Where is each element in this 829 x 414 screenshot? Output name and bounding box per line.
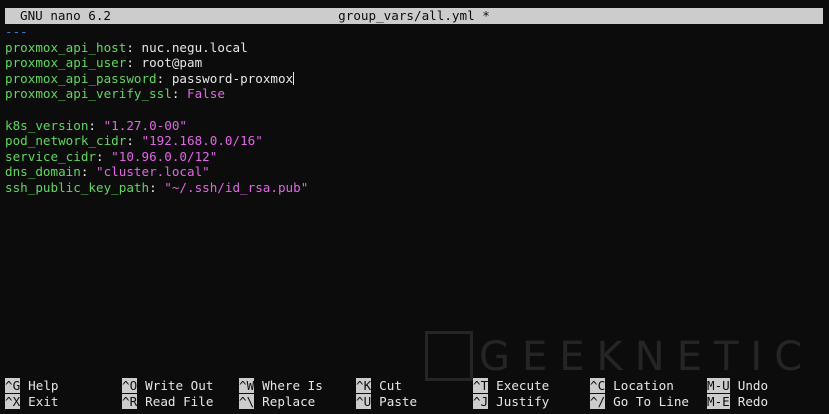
yaml-line[interactable]: proxmox_api_verify_ssl: False xyxy=(5,86,823,102)
yaml-key: proxmox_api_host xyxy=(5,39,127,55)
yaml-key: dns_domain xyxy=(5,164,81,180)
yaml-line[interactable]: proxmox_api_user: root@pam xyxy=(5,55,823,71)
shortcut-label: Replace xyxy=(262,393,316,409)
shortcut-read-file[interactable]: ^R Read File xyxy=(122,393,214,410)
shortcut-key: M-U xyxy=(707,378,730,393)
shortcut-label: Help xyxy=(28,378,59,393)
yaml-line[interactable]: proxmox_api_host: nuc.negu.local xyxy=(5,40,823,56)
document-start-marker: --- xyxy=(5,24,28,39)
yaml-key: pod_network_cidr xyxy=(5,133,127,149)
yaml-value: "cluster.local" xyxy=(96,164,210,180)
shortcut-where-is[interactable]: ^W Where Is xyxy=(239,378,323,394)
shortcut-label: Exit xyxy=(28,393,59,409)
yaml-separator: : xyxy=(156,70,172,86)
yaml-separator: : xyxy=(80,164,96,180)
yaml-value: "~/.ssh/id_rsa.pub" xyxy=(164,179,309,195)
yaml-key: service_cidr xyxy=(5,148,96,164)
yaml-line[interactable]: dns_domain: "cluster.local" xyxy=(5,164,823,180)
shortcut-location[interactable]: ^C Location xyxy=(590,378,674,394)
shortcut-cut[interactable]: ^K Cut xyxy=(356,378,402,394)
yaml-separator: : xyxy=(96,148,112,164)
shortcut-key: ^G xyxy=(5,378,21,393)
shortcut-label: Undo xyxy=(737,378,769,393)
shortcut-key: ^C xyxy=(590,378,606,393)
shortcut-label: Execute xyxy=(496,378,550,393)
shortcut-key: ^R xyxy=(122,393,138,409)
shortcut-label: Where Is xyxy=(262,378,323,393)
shortcut-replace[interactable]: ^\ Replace xyxy=(239,393,316,410)
yaml-line[interactable]: k8s_version: "1.27.0-00" xyxy=(5,118,823,134)
shortcut-label: Justify xyxy=(496,393,550,409)
yaml-key: proxmox_api_verify_ssl xyxy=(5,86,172,102)
shortcut-key: ^J xyxy=(473,393,489,409)
shortcut-redo[interactable]: M-E Redo xyxy=(707,393,769,410)
watermark-logo-icon xyxy=(425,331,473,381)
yaml-line[interactable]: pod_network_cidr: "192.168.0.0/16" xyxy=(5,133,823,149)
shortcut-label: Write Out xyxy=(145,378,214,393)
yaml-separator: : xyxy=(149,179,165,195)
shortcut-key: ^T xyxy=(473,378,489,393)
yaml-value: "192.168.0.0/16" xyxy=(141,133,263,149)
shortcut-exit[interactable]: ^X Exit xyxy=(5,393,59,410)
yaml-separator: : xyxy=(126,133,142,149)
yaml-value: root@pam xyxy=(141,55,203,71)
yaml-line[interactable]: proxmox_api_password: password-proxmox xyxy=(5,71,823,87)
yaml-key: proxmox_api_user xyxy=(5,55,127,71)
empty-line[interactable] xyxy=(5,102,823,118)
yaml-value: "10.96.0.0/12" xyxy=(111,148,218,164)
yaml-value: nuc.negu.local xyxy=(141,39,248,55)
yaml-line[interactable]: --- xyxy=(5,24,823,40)
shortcut-key: ^O xyxy=(122,378,138,393)
shortcut-label: Redo xyxy=(737,393,769,409)
shortcut-key: M-E xyxy=(707,393,730,409)
geeknetic-watermark: GEEKNETIC xyxy=(425,331,825,382)
shortcut-key: ^/ xyxy=(590,393,606,409)
yaml-value: password-proxmox xyxy=(171,70,294,86)
watermark-text: GEEKNETIC xyxy=(479,334,815,380)
yaml-separator: : xyxy=(88,117,104,133)
yaml-separator: : xyxy=(171,86,187,102)
yaml-line[interactable]: service_cidr: "10.96.0.0/12" xyxy=(5,149,823,165)
shortcut-key: ^K xyxy=(356,378,372,393)
shortcut-write-out[interactable]: ^O Write Out xyxy=(122,378,213,394)
shortcut-label: Paste xyxy=(379,393,418,409)
shortcut-key: ^\ xyxy=(239,393,255,409)
shortcut-paste[interactable]: ^U Paste xyxy=(356,393,418,410)
shortcut-label: Go To Line xyxy=(613,393,689,409)
shortcut-help[interactable]: ^G Help xyxy=(5,378,59,394)
shortcut-label: Read File xyxy=(145,393,214,409)
yaml-separator: : xyxy=(126,55,142,71)
yaml-line[interactable]: ssh_public_key_path: "~/.ssh/id_rsa.pub" xyxy=(5,180,823,196)
yaml-value: "1.27.0-00" xyxy=(103,117,187,133)
shortcut-go-to-line[interactable]: ^/ Go To Line xyxy=(590,393,689,410)
yaml-key: ssh_public_key_path xyxy=(5,179,150,195)
shortcut-label: Location xyxy=(613,378,674,393)
nano-title-bar: GNU nano 6.2 group_vars/all.yml * xyxy=(5,8,823,24)
shortcut-justify[interactable]: ^J Justify xyxy=(473,393,550,410)
yaml-separator: : xyxy=(126,39,142,55)
shortcut-row: ^X Exit ^R Read File ^\ Replace ^U Paste ^J J… xyxy=(5,393,823,410)
shortcut-label: Cut xyxy=(379,378,402,393)
file-name: group_vars/all.yml * xyxy=(338,8,490,23)
shortcut-undo[interactable]: M-U Undo xyxy=(707,378,768,394)
shortcut-key: ^W xyxy=(239,378,255,393)
shortcut-execute[interactable]: ^T Execute xyxy=(473,378,549,394)
yaml-value: False xyxy=(186,86,225,102)
shortcut-key: ^U xyxy=(356,393,372,409)
shortcut-key: ^X xyxy=(5,393,21,409)
shortcut-bar: ^G Help ^O Write Out ^W Where Is ^K Cut ^T Ex… xyxy=(5,378,823,409)
yaml-key: proxmox_api_password xyxy=(5,70,157,86)
text-cursor xyxy=(293,71,295,85)
yaml-key: k8s_version xyxy=(5,117,89,133)
shortcut-row: ^G Help ^O Write Out ^W Where Is ^K Cut ^T Ex… xyxy=(5,378,823,394)
editor-area[interactable]: --- proxmox_api_host: nuc.negu.local pro… xyxy=(5,24,823,196)
